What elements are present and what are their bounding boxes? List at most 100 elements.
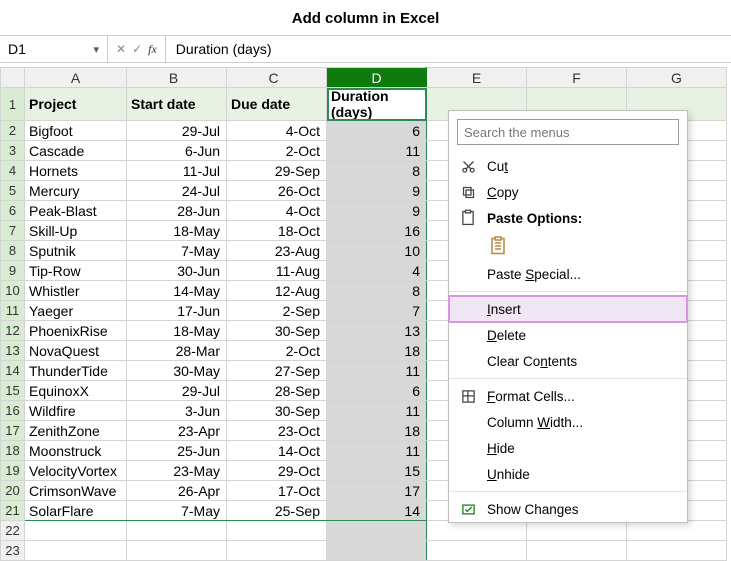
fx-label[interactable]: fx bbox=[148, 42, 157, 57]
cell[interactable]: 6-Jun bbox=[127, 141, 227, 161]
cell[interactable]: 8 bbox=[327, 281, 427, 301]
cell[interactable]: 4 bbox=[327, 261, 427, 281]
cell[interactable] bbox=[527, 541, 627, 561]
menu-copy[interactable]: Copy bbox=[449, 179, 687, 205]
row-header[interactable]: 21 bbox=[1, 501, 25, 521]
col-header-c[interactable]: C bbox=[227, 68, 327, 88]
row-header[interactable]: 6 bbox=[1, 201, 25, 221]
cell[interactable] bbox=[427, 541, 527, 561]
cell[interactable]: Bigfoot bbox=[25, 121, 127, 141]
cell[interactable]: 30-Jun bbox=[127, 261, 227, 281]
chevron-down-icon[interactable]: ▾ bbox=[93, 43, 99, 56]
col-header-d[interactable]: D bbox=[327, 68, 427, 88]
menu-search-input[interactable]: Search the menus bbox=[457, 119, 679, 145]
row-header[interactable]: 14 bbox=[1, 361, 25, 381]
cell[interactable]: Moonstruck bbox=[25, 441, 127, 461]
row-header[interactable]: 23 bbox=[1, 541, 25, 561]
cell[interactable]: 2-Sep bbox=[227, 301, 327, 321]
row-header[interactable]: 4 bbox=[1, 161, 25, 181]
row-header[interactable]: 8 bbox=[1, 241, 25, 261]
cell[interactable] bbox=[227, 541, 327, 561]
cell[interactable]: CrimsonWave bbox=[25, 481, 127, 501]
row-header[interactable]: 19 bbox=[1, 461, 25, 481]
cell[interactable]: 4-Oct bbox=[227, 201, 327, 221]
cell[interactable]: 27-Sep bbox=[227, 361, 327, 381]
cell[interactable]: 2-Oct bbox=[227, 341, 327, 361]
cell[interactable]: 6 bbox=[327, 121, 427, 141]
cell[interactable]: 11 bbox=[327, 401, 427, 421]
cell[interactable]: 14 bbox=[327, 501, 427, 521]
menu-column-width[interactable]: Column Width... bbox=[449, 409, 687, 435]
col-header-g[interactable]: G bbox=[627, 68, 727, 88]
cell[interactable]: 11 bbox=[327, 441, 427, 461]
row-header[interactable]: 22 bbox=[1, 521, 25, 541]
cell[interactable]: 13 bbox=[327, 321, 427, 341]
menu-show-changes[interactable]: Show Changes bbox=[449, 496, 687, 522]
menu-cut[interactable]: Cut bbox=[449, 153, 687, 179]
cell[interactable]: 25-Sep bbox=[227, 501, 327, 521]
col-header-a[interactable]: A bbox=[25, 68, 127, 88]
cell[interactable]: Yaeger bbox=[25, 301, 127, 321]
row-header[interactable]: 11 bbox=[1, 301, 25, 321]
cell[interactable]: Wildfire bbox=[25, 401, 127, 421]
cell[interactable]: 30-Sep bbox=[227, 401, 327, 421]
cell[interactable] bbox=[427, 521, 527, 541]
cell[interactable]: 18-Oct bbox=[227, 221, 327, 241]
menu-hide[interactable]: Hide bbox=[449, 435, 687, 461]
cell[interactable]: ZenithZone bbox=[25, 421, 127, 441]
cell[interactable]: 3-Jun bbox=[127, 401, 227, 421]
menu-clear-contents[interactable]: Clear Contents bbox=[449, 348, 687, 374]
cell[interactable]: 9 bbox=[327, 201, 427, 221]
cell[interactable]: EquinoxX bbox=[25, 381, 127, 401]
cell[interactable]: 7-May bbox=[127, 241, 227, 261]
cell[interactable]: Cascade bbox=[25, 141, 127, 161]
cell[interactable]: 15 bbox=[327, 461, 427, 481]
cell[interactable]: 29-Sep bbox=[227, 161, 327, 181]
cell[interactable]: 7-May bbox=[127, 501, 227, 521]
cell[interactable]: 7 bbox=[327, 301, 427, 321]
cell[interactable] bbox=[25, 521, 127, 541]
cell[interactable]: 28-Sep bbox=[227, 381, 327, 401]
cell[interactable]: SolarFlare bbox=[25, 501, 127, 521]
cell[interactable]: 28-Mar bbox=[127, 341, 227, 361]
col-header-f[interactable]: F bbox=[527, 68, 627, 88]
select-all-corner[interactable] bbox=[1, 68, 25, 88]
cell[interactable]: 11 bbox=[327, 361, 427, 381]
cell[interactable]: VelocityVortex bbox=[25, 461, 127, 481]
row-header[interactable]: 15 bbox=[1, 381, 25, 401]
row-header[interactable]: 1 bbox=[1, 88, 25, 121]
col-header-e[interactable]: E bbox=[427, 68, 527, 88]
cell[interactable] bbox=[127, 521, 227, 541]
cell[interactable]: Project bbox=[25, 88, 127, 121]
menu-delete[interactable]: Delete bbox=[449, 322, 687, 348]
col-header-b[interactable]: B bbox=[127, 68, 227, 88]
cell[interactable]: Duration (days) bbox=[327, 88, 427, 121]
row-header[interactable]: 13 bbox=[1, 341, 25, 361]
cell[interactable]: 29-Jul bbox=[127, 121, 227, 141]
cell[interactable]: 11-Jul bbox=[127, 161, 227, 181]
cell[interactable] bbox=[627, 521, 727, 541]
cell[interactable]: 8 bbox=[327, 161, 427, 181]
cell[interactable]: 28-Jun bbox=[127, 201, 227, 221]
row-header[interactable]: 3 bbox=[1, 141, 25, 161]
cell[interactable]: 9 bbox=[327, 181, 427, 201]
cell[interactable]: 11 bbox=[327, 141, 427, 161]
cell[interactable]: 23-Aug bbox=[227, 241, 327, 261]
row-header[interactable]: 7 bbox=[1, 221, 25, 241]
cell[interactable] bbox=[127, 541, 227, 561]
name-box[interactable]: D1 ▾ bbox=[0, 36, 108, 62]
cell[interactable]: 18-May bbox=[127, 221, 227, 241]
cell[interactable]: 26-Oct bbox=[227, 181, 327, 201]
cell[interactable]: 29-Oct bbox=[227, 461, 327, 481]
cell[interactable]: 12-Aug bbox=[227, 281, 327, 301]
cell[interactable]: ThunderTide bbox=[25, 361, 127, 381]
cell[interactable]: 6 bbox=[327, 381, 427, 401]
row-header[interactable]: 16 bbox=[1, 401, 25, 421]
cell[interactable]: 10 bbox=[327, 241, 427, 261]
menu-format-cells[interactable]: Format Cells... bbox=[449, 383, 687, 409]
formula-input[interactable]: Duration (days) bbox=[166, 41, 731, 57]
row-header[interactable]: 10 bbox=[1, 281, 25, 301]
cell[interactable]: 14-May bbox=[127, 281, 227, 301]
cell[interactable]: NovaQuest bbox=[25, 341, 127, 361]
cell[interactable]: Start date bbox=[127, 88, 227, 121]
